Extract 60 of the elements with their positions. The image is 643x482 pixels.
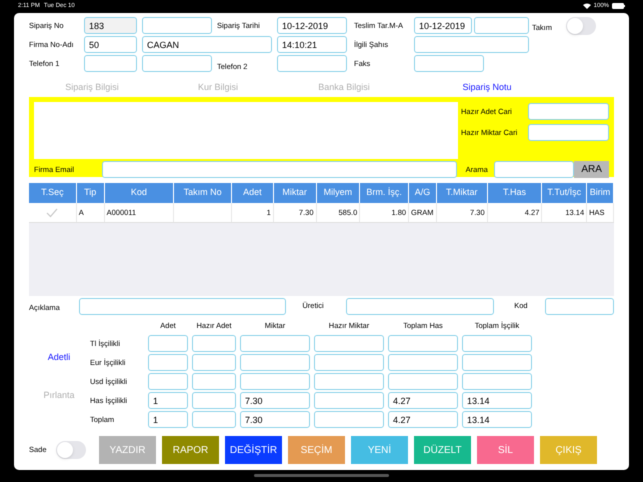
- action-button[interactable]: DEĞİŞTİR: [225, 436, 282, 464]
- wifi-icon: [582, 3, 591, 9]
- input-field[interactable]: 13.14: [462, 392, 532, 409]
- input-field[interactable]: [414, 55, 484, 72]
- input-field[interactable]: [388, 373, 458, 390]
- input-field[interactable]: [528, 124, 609, 141]
- input-field[interactable]: [414, 36, 529, 53]
- input-field[interactable]: [528, 103, 609, 120]
- input-field[interactable]: 13.14: [462, 411, 532, 428]
- input-field[interactable]: [102, 161, 457, 178]
- input-field[interactable]: [544, 298, 614, 314]
- checkmark-icon[interactable]: [46, 208, 58, 218]
- input-field[interactable]: [142, 17, 212, 34]
- input-field[interactable]: 4.27: [388, 392, 458, 409]
- input-field[interactable]: [388, 354, 458, 371]
- input-field[interactable]: 10-12-2019: [277, 17, 347, 34]
- input-field[interactable]: 4.27: [388, 411, 458, 428]
- battery-icon: [612, 3, 625, 9]
- input-field[interactable]: [314, 335, 384, 352]
- input-field[interactable]: [462, 373, 532, 390]
- input-field[interactable]: [462, 354, 532, 371]
- input-field[interactable]: [192, 354, 236, 371]
- input-field[interactable]: 1: [148, 411, 188, 428]
- input-field[interactable]: [277, 55, 347, 72]
- toggle-switch[interactable]: [56, 441, 86, 459]
- input-field[interactable]: 50: [84, 36, 137, 53]
- input-field[interactable]: 14:10:21: [277, 36, 347, 53]
- input-field[interactable]: [314, 354, 384, 371]
- input-field[interactable]: [462, 335, 532, 352]
- input-field[interactable]: [388, 335, 458, 352]
- input-field[interactable]: 7.30: [240, 411, 310, 428]
- input-field[interactable]: [240, 354, 310, 371]
- input-field[interactable]: [474, 17, 529, 34]
- input-field[interactable]: [78, 298, 286, 314]
- input-field[interactable]: [494, 161, 574, 178]
- input-field[interactable]: [192, 335, 236, 352]
- input-field[interactable]: [84, 55, 137, 72]
- input-field[interactable]: CAGAN: [142, 36, 272, 53]
- input-field[interactable]: [346, 298, 494, 314]
- input-field[interactable]: [148, 335, 188, 352]
- input-field[interactable]: 1: [148, 392, 188, 409]
- input-field[interactable]: [314, 411, 384, 428]
- input-field[interactable]: 7.30: [240, 392, 310, 409]
- input-field[interactable]: [314, 392, 384, 409]
- action-button[interactable]: RAPOR: [162, 436, 219, 464]
- input-field[interactable]: [142, 55, 212, 72]
- tab[interactable]: Sipariş Notu: [407, 81, 567, 93]
- note-textarea[interactable]: [34, 102, 458, 159]
- mode-tab[interactable]: Adetli: [48, 351, 70, 364]
- input-field[interactable]: 10-12-2019: [414, 17, 472, 34]
- input-field[interactable]: [314, 373, 384, 390]
- input-field[interactable]: [240, 373, 310, 390]
- input-field[interactable]: [192, 392, 236, 409]
- search-button[interactable]: ARA: [574, 161, 609, 178]
- input-field[interactable]: [192, 411, 236, 428]
- toggle-switch[interactable]: [566, 16, 596, 34]
- input-field[interactable]: [240, 335, 310, 352]
- input-field[interactable]: [192, 373, 236, 390]
- input-field[interactable]: [148, 354, 188, 371]
- input-field[interactable]: [148, 373, 188, 390]
